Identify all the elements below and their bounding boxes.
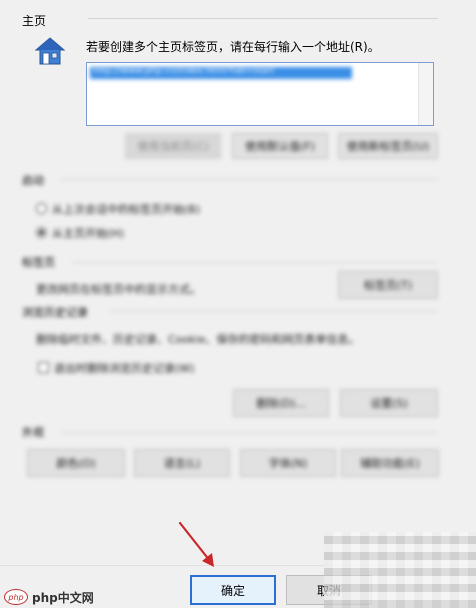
startup-divider [60, 179, 438, 180]
annotation-arrow-icon [170, 515, 230, 575]
mosaic-overlay [324, 532, 476, 608]
startup-radio-home[interactable] [36, 227, 47, 238]
homepage-divider [88, 18, 438, 19]
delete-on-exit-label: 退出时删除浏览历史记录(W) [54, 362, 195, 375]
textarea-scrollbar[interactable] [418, 63, 433, 125]
use-default-button[interactable]: 使用默认值(F) [232, 133, 328, 159]
watermark-text: php中文网 [32, 590, 94, 605]
tabs-description: 更改网页在标签页中的显示方式。 [36, 283, 201, 296]
colors-button[interactable]: 颜色(O) [27, 449, 125, 477]
home-icon [34, 36, 66, 66]
startup-section-title: 启动 [22, 174, 44, 187]
accessibility-button[interactable]: 辅助功能(E) [341, 449, 439, 477]
startup-option-home: 从主页开始(H) [52, 227, 124, 240]
use-current-button[interactable]: 使用当前页(C) [125, 133, 221, 159]
address-text: http://www.php.cn/index.html?tab=start [93, 66, 275, 76]
delete-on-exit-checkbox[interactable] [38, 362, 49, 373]
appearance-section-title: 外观 [22, 426, 44, 439]
php-logo-icon: php [4, 589, 28, 605]
homepage-address-textarea[interactable]: http://www.php.cn/index.html?tab=start [86, 62, 434, 126]
watermark-logo: php php中文网 [4, 588, 94, 606]
use-new-tab-button[interactable]: 使用新标签页(U) [338, 133, 438, 159]
history-description: 删除临时文件、历史记录、Cookie、保存的密码和网页表单信息。 [36, 333, 360, 346]
tabs-section-title: 标签页 [22, 256, 55, 269]
ok-button[interactable]: 确定 [190, 575, 276, 605]
appearance-divider [60, 432, 438, 433]
delete-button[interactable]: 删除(D)... [233, 389, 329, 417]
tabs-divider [72, 262, 438, 263]
homepage-section-title: 主页 [22, 14, 47, 28]
languages-button[interactable]: 语言(L) [134, 449, 230, 477]
history-settings-button[interactable]: 设置(S) [340, 389, 438, 417]
startup-radio-last-session[interactable] [36, 203, 47, 214]
history-divider [110, 311, 438, 312]
startup-option-last-session: 从上次会话中的标签页开始(B) [52, 203, 201, 216]
history-section-title: 浏览历史记录 [22, 306, 88, 319]
homepage-instruction: 若要创建多个主页标签页，请在每行输入一个地址(R)。 [86, 40, 380, 54]
fonts-button[interactable]: 字体(N) [240, 449, 336, 477]
tabs-button[interactable]: 标签页(T) [338, 271, 438, 299]
